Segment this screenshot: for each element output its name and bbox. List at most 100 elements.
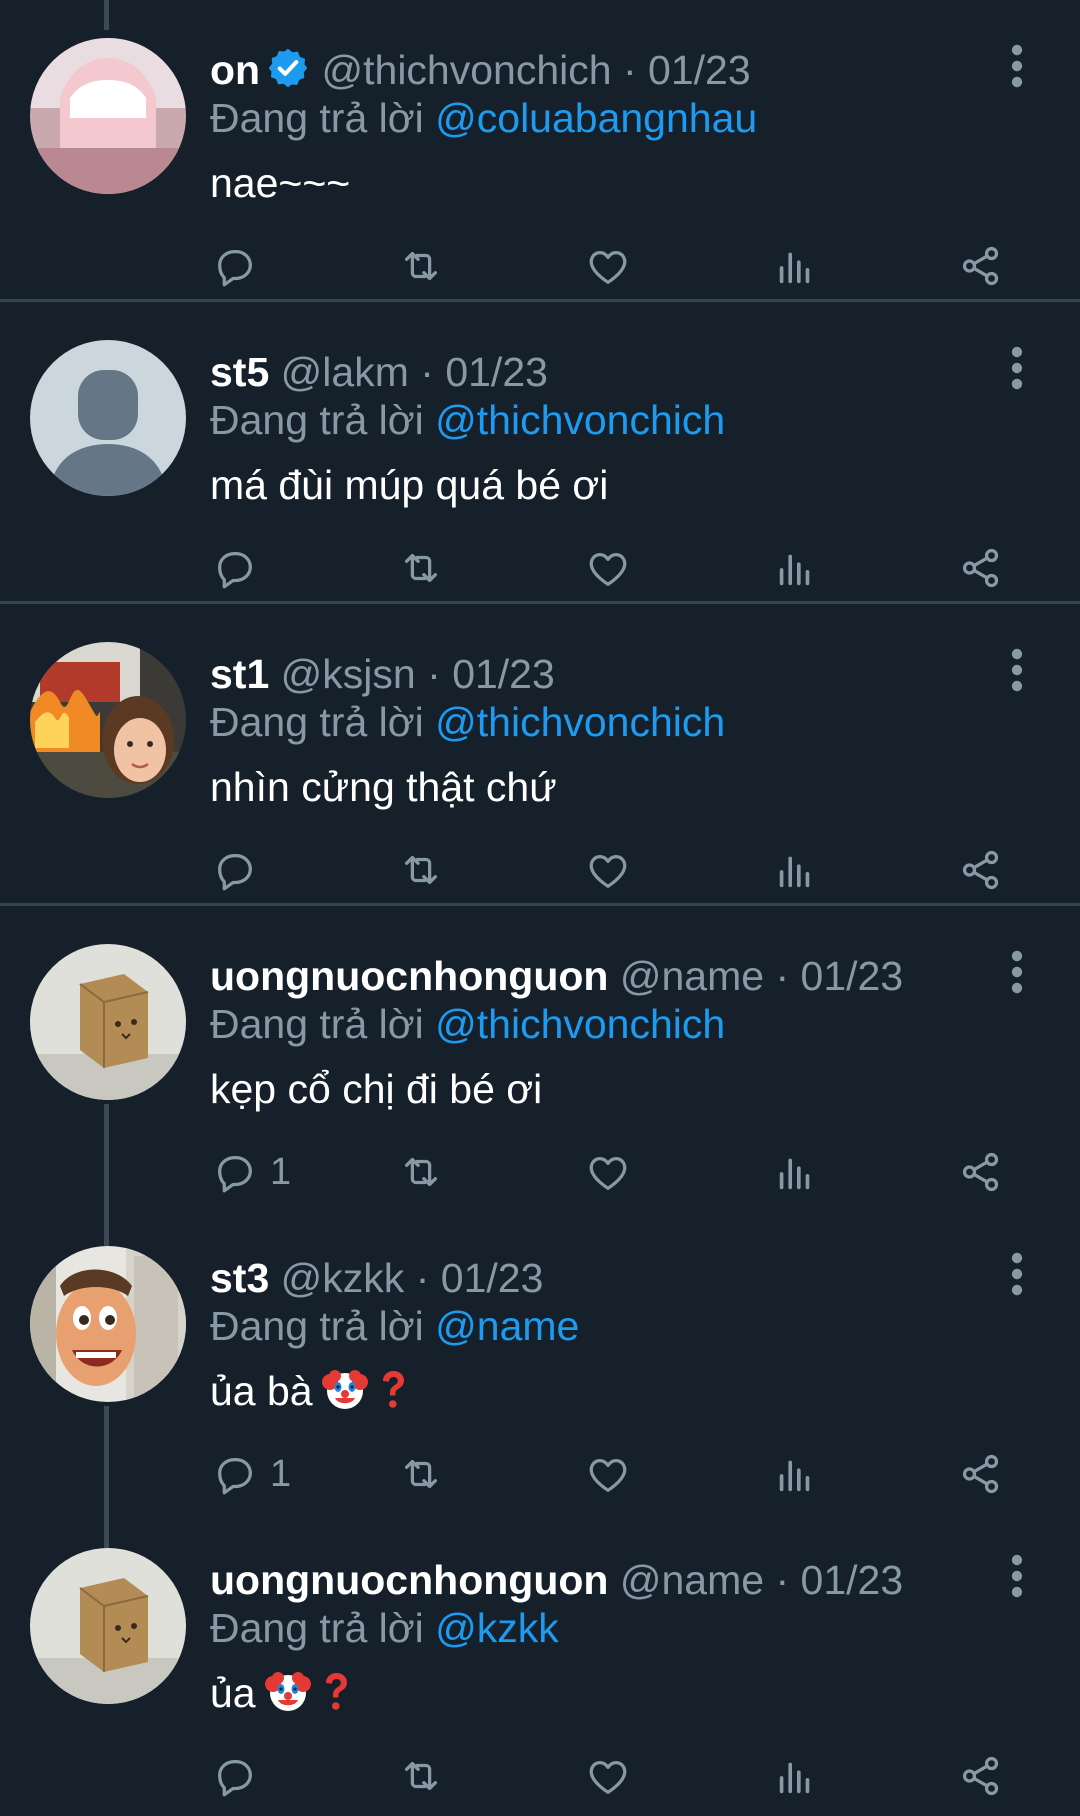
more-options-icon[interactable]	[1000, 1552, 1034, 1600]
like-button[interactable]	[585, 540, 631, 596]
views-button[interactable]	[772, 842, 818, 898]
retweet-button[interactable]	[398, 1446, 444, 1502]
retweet-button[interactable]	[398, 1144, 444, 1200]
reply-button[interactable]	[212, 1748, 270, 1804]
replying-to: Đang trả lời @kzkk	[210, 1602, 559, 1654]
share-icon	[958, 1451, 1004, 1497]
reply-button[interactable]: 1	[212, 1144, 291, 1200]
user-handle[interactable]: @ksjsn	[281, 651, 416, 697]
tweet-date[interactable]: 01/23	[801, 1557, 904, 1603]
more-options-icon[interactable]	[1000, 948, 1034, 996]
pink-legs-photo	[30, 38, 186, 194]
views-icon	[772, 545, 818, 591]
tweet-actions	[0, 238, 1080, 294]
more-options-icon[interactable]	[1000, 1250, 1034, 1298]
user-handle[interactable]: @kzkk	[281, 1255, 405, 1301]
red-question-mark-icon	[373, 1365, 413, 1413]
replying-to: Đang trả lời @thichvonchich	[210, 998, 725, 1050]
views-button[interactable]	[772, 540, 818, 596]
like-button[interactable]	[585, 1446, 631, 1502]
avatar[interactable]	[30, 1246, 186, 1402]
more-options-icon[interactable]	[1000, 646, 1034, 694]
tweet[interactable]: st5 @lakm · 01/23 Đang trả lời @thichvon…	[0, 302, 1080, 604]
views-button[interactable]	[772, 1144, 818, 1200]
retweet-button[interactable]	[398, 842, 444, 898]
tweet-actions	[0, 842, 1080, 898]
retweet-button[interactable]	[398, 238, 444, 294]
share-button[interactable]	[958, 842, 1004, 898]
share-button[interactable]	[958, 1748, 1004, 1804]
display-name[interactable]: uongnuocnhonguon	[210, 1557, 608, 1603]
retweet-button[interactable]	[398, 1748, 444, 1804]
user-handle[interactable]: @thichvonchich	[322, 47, 612, 93]
like-button[interactable]	[585, 1144, 631, 1200]
tweet-date[interactable]: 01/23	[648, 47, 751, 93]
tweet[interactable]: uongnuocnhonguon @name · 01/23 Đang trả …	[0, 1510, 1080, 1812]
reply-icon	[212, 243, 258, 289]
avatar[interactable]	[30, 1548, 186, 1704]
user-handle[interactable]: @name	[620, 953, 764, 999]
share-icon	[958, 1753, 1004, 1799]
mention-link[interactable]: @name	[435, 1303, 579, 1349]
tweet-date[interactable]: 01/23	[445, 349, 548, 395]
views-button[interactable]	[772, 1748, 818, 1804]
reply-feed: on @thichvonchich · 01/23 Đang trả lời @…	[0, 0, 1080, 1816]
like-button[interactable]	[585, 238, 631, 294]
user-handle[interactable]: @lakm	[281, 349, 409, 395]
more-options-icon[interactable]	[1000, 344, 1034, 392]
share-icon	[958, 243, 1004, 289]
views-icon	[772, 847, 818, 893]
views-button[interactable]	[772, 1446, 818, 1502]
tweet-header: on @thichvonchich · 01/23	[210, 44, 751, 96]
tweet-actions	[0, 540, 1080, 596]
avatar[interactable]	[30, 944, 186, 1100]
display-name[interactable]: st3	[210, 1255, 269, 1301]
tweet[interactable]: on @thichvonchich · 01/23 Đang trả lời @…	[0, 0, 1080, 302]
display-name[interactable]: st1	[210, 651, 269, 697]
share-button[interactable]	[958, 540, 1004, 596]
mention-link[interactable]: @kzkk	[435, 1605, 559, 1651]
display-name[interactable]: on	[210, 47, 260, 93]
tweet[interactable]: st3 @kzkk · 01/23 Đang trả lời @name ủa …	[0, 1208, 1080, 1510]
tweet-date[interactable]: 01/23	[801, 953, 904, 999]
tweet-date[interactable]: 01/23	[441, 1255, 544, 1301]
display-name[interactable]: st5	[210, 349, 269, 395]
reply-button[interactable]	[212, 238, 270, 294]
like-button[interactable]	[585, 1748, 631, 1804]
tweet-header: st1 @ksjsn · 01/23	[210, 648, 555, 700]
reply-icon	[212, 1149, 258, 1195]
views-button[interactable]	[772, 238, 818, 294]
tweet-text: nhìn cửng thật chứ	[210, 764, 557, 810]
more-options-icon[interactable]	[1000, 42, 1034, 90]
disaster-girl-fire-photo	[30, 642, 186, 798]
mention-link[interactable]: @coluabangnhau	[435, 95, 757, 141]
reply-button[interactable]	[212, 842, 270, 898]
mention-link[interactable]: @thichvonchich	[435, 397, 725, 443]
reply-button[interactable]	[212, 540, 270, 596]
retweet-icon	[398, 1451, 444, 1497]
share-icon	[958, 545, 1004, 591]
share-button[interactable]	[958, 1446, 1004, 1502]
reply-count: 1	[270, 1150, 292, 1193]
retweet-button[interactable]	[398, 540, 444, 596]
mention-link[interactable]: @thichvonchich	[435, 699, 725, 745]
separator-dot: ·	[622, 47, 637, 93]
mention-link[interactable]: @thichvonchich	[435, 1001, 725, 1047]
share-icon	[958, 847, 1004, 893]
share-button[interactable]	[958, 238, 1004, 294]
display-name[interactable]: uongnuocnhonguon	[210, 953, 608, 999]
replying-label: Đang trả lời	[210, 1001, 436, 1047]
avatar[interactable]	[30, 38, 186, 194]
tweet[interactable]: st1 @ksjsn · 01/23 Đang trả lời @thichvo…	[0, 604, 1080, 906]
user-handle[interactable]: @name	[620, 1557, 764, 1603]
avatar[interactable]	[30, 642, 186, 798]
retweet-icon	[398, 1149, 444, 1195]
avatar[interactable]	[30, 340, 186, 496]
like-button[interactable]	[585, 842, 631, 898]
share-button[interactable]	[958, 1144, 1004, 1200]
tweet-date[interactable]: 01/23	[452, 651, 555, 697]
views-icon	[772, 243, 818, 289]
tweet-actions: 1	[0, 1446, 1080, 1502]
tweet[interactable]: uongnuocnhonguon @name · 01/23 Đang trả …	[0, 906, 1080, 1208]
reply-button[interactable]: 1	[212, 1446, 291, 1502]
